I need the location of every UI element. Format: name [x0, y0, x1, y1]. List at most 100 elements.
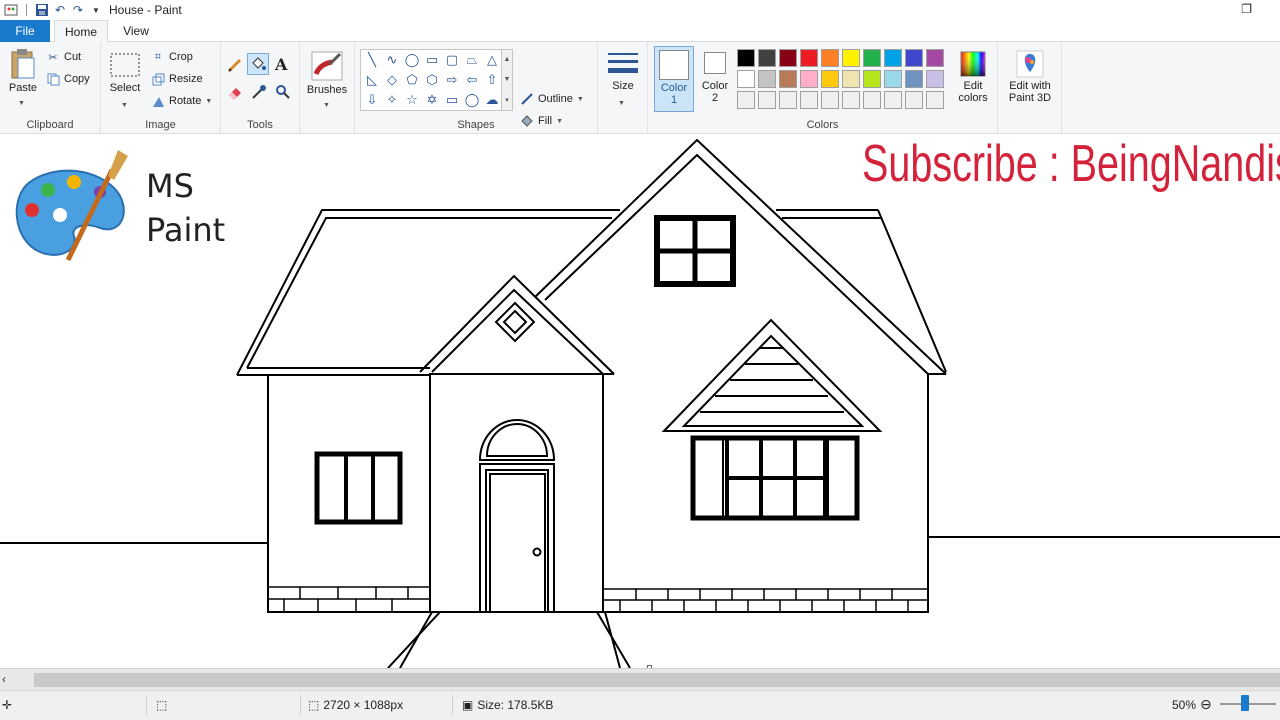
size-button[interactable]: Size: [604, 50, 642, 92]
palette-swatch-26[interactable]: [842, 91, 860, 109]
redo-icon[interactable]: ↷: [71, 3, 85, 17]
palette-swatch-21[interactable]: [737, 91, 755, 109]
palette-swatch-1[interactable]: [737, 49, 755, 67]
shapes-gallery-scroll[interactable]: ▲ ▼ ▾: [502, 49, 513, 111]
palette-swatch-28[interactable]: [884, 91, 902, 109]
palette-swatch-9[interactable]: [905, 49, 923, 67]
color1-swatch: [659, 50, 689, 80]
diamond-shape-icon[interactable]: ◇: [382, 70, 402, 90]
fill-button[interactable]: Fill ▼: [520, 114, 563, 128]
palette-swatch-24[interactable]: [800, 91, 818, 109]
cut-button[interactable]: ✂ Cut: [46, 50, 81, 64]
oval-callout-shape-icon[interactable]: ◯: [462, 90, 482, 110]
pencil-icon[interactable]: [227, 57, 243, 73]
left-arrow-shape-icon[interactable]: ⇦: [462, 70, 482, 90]
rounded-callout-shape-icon[interactable]: ▭: [442, 90, 462, 110]
down-arrow-shape-icon[interactable]: ⇩: [362, 90, 382, 110]
brushes-button[interactable]: Brushes: [304, 50, 350, 96]
tab-home[interactable]: Home: [54, 20, 108, 43]
edit-with-paint3d-button[interactable]: Edit with Paint 3D: [1002, 50, 1058, 104]
palette-swatch-15[interactable]: [821, 70, 839, 88]
scrollbar-thumb[interactable]: [34, 673, 1280, 687]
paste-button[interactable]: Paste: [6, 48, 40, 94]
palette-swatch-25[interactable]: [821, 91, 839, 109]
fill-dropdown-icon[interactable]: ▼: [556, 118, 563, 125]
save-icon[interactable]: [35, 3, 49, 17]
palette-swatch-2[interactable]: [758, 49, 776, 67]
tab-view[interactable]: View: [114, 20, 158, 42]
resize-button[interactable]: Resize: [151, 72, 203, 86]
drawing-canvas[interactable]: MS Paint Subscribe : BeingNandish: [0, 134, 1280, 668]
palette-swatch-22[interactable]: [758, 91, 776, 109]
pentagon-shape-icon[interactable]: ⬠: [402, 70, 422, 90]
palette-swatch-30[interactable]: [926, 91, 944, 109]
outline-button[interactable]: Outline ▼: [520, 92, 584, 106]
fill-bucket-icon[interactable]: [247, 53, 269, 75]
palette-swatch-14[interactable]: [800, 70, 818, 88]
crop-button[interactable]: ⌗ Crop: [151, 50, 193, 64]
zoom-slider-thumb[interactable]: [1241, 695, 1249, 711]
palette-swatch-11[interactable]: [737, 70, 755, 88]
size-dropdown-icon[interactable]: ▼: [618, 100, 625, 107]
rounded-rectangle-shape-icon[interactable]: ▢: [442, 50, 462, 70]
fill-label: Fill: [538, 115, 553, 127]
palette-swatch-29[interactable]: [905, 91, 923, 109]
triangle-shape-icon[interactable]: △: [482, 50, 502, 70]
palette-swatch-6[interactable]: [842, 49, 860, 67]
rotate-dropdown-icon[interactable]: ▼: [205, 98, 212, 105]
palette-swatch-12[interactable]: [758, 70, 776, 88]
restore-window-icon[interactable]: ❐: [1241, 2, 1252, 16]
palette-swatch-4[interactable]: [800, 49, 818, 67]
palette-swatch-5[interactable]: [821, 49, 839, 67]
edit-colors-button[interactable]: Edit colors: [954, 50, 992, 104]
tab-file[interactable]: File: [0, 20, 50, 42]
palette-swatch-16[interactable]: [842, 70, 860, 88]
line-shape-icon[interactable]: ╲: [362, 50, 382, 70]
magnifier-icon[interactable]: [275, 84, 291, 100]
six-point-star-shape-icon[interactable]: ✡: [422, 90, 442, 110]
outline-dropdown-icon[interactable]: ▼: [577, 96, 584, 103]
porch-gable: [419, 274, 615, 375]
select-dropdown-icon[interactable]: ▼: [121, 102, 128, 109]
palette-swatch-8[interactable]: [884, 49, 902, 67]
scroll-left-icon[interactable]: ‹: [2, 672, 6, 686]
hexagon-shape-icon[interactable]: ⬡: [422, 70, 442, 90]
curve-shape-icon[interactable]: ∿: [382, 50, 402, 70]
palette-swatch-27[interactable]: [863, 91, 881, 109]
customize-toolbar-icon[interactable]: ▼: [89, 3, 103, 17]
brushes-dropdown-icon[interactable]: ▼: [323, 102, 330, 109]
undo-icon[interactable]: ↶: [53, 3, 67, 17]
palette-swatch-17[interactable]: [863, 70, 881, 88]
right-arrow-shape-icon[interactable]: ⇨: [442, 70, 462, 90]
palette-swatch-7[interactable]: [863, 49, 881, 67]
cloud-callout-shape-icon[interactable]: ☁: [482, 90, 502, 110]
rectangle-shape-icon[interactable]: ▭: [422, 50, 442, 70]
oval-shape-icon[interactable]: ◯: [402, 50, 422, 70]
text-tool-icon[interactable]: A: [275, 55, 287, 74]
zoom-out-icon[interactable]: ⊖: [1200, 696, 1212, 713]
rotate-button[interactable]: Rotate ▼: [151, 94, 212, 108]
select-button[interactable]: Select: [108, 52, 142, 94]
palette-swatch-3[interactable]: [779, 49, 797, 67]
up-arrow-shape-icon[interactable]: ⇧: [482, 70, 502, 90]
scroll-down-icon[interactable]: ▼: [504, 76, 511, 83]
paste-dropdown-icon[interactable]: ▼: [18, 100, 25, 107]
palette-swatch-23[interactable]: [779, 91, 797, 109]
five-point-star-shape-icon[interactable]: ☆: [402, 90, 422, 110]
color2-button[interactable]: Color 2: [698, 52, 732, 104]
gallery-expand-icon[interactable]: ▾: [505, 96, 509, 104]
horizontal-scrollbar[interactable]: ‹: [0, 668, 1280, 690]
four-point-star-shape-icon[interactable]: ✧: [382, 90, 402, 110]
palette-swatch-10[interactable]: [926, 49, 944, 67]
polygon-shape-icon[interactable]: ⏢: [462, 50, 482, 70]
palette-swatch-19[interactable]: [905, 70, 923, 88]
right-triangle-shape-icon[interactable]: ◺: [362, 70, 382, 90]
palette-swatch-18[interactable]: [884, 70, 902, 88]
color-picker-icon[interactable]: [251, 84, 267, 100]
scroll-up-icon[interactable]: ▲: [504, 56, 511, 63]
palette-swatch-20[interactable]: [926, 70, 944, 88]
palette-swatch-13[interactable]: [779, 70, 797, 88]
eraser-icon[interactable]: [227, 84, 243, 100]
color1-button[interactable]: Color 1: [654, 46, 694, 112]
copy-button[interactable]: Copy: [46, 72, 90, 86]
